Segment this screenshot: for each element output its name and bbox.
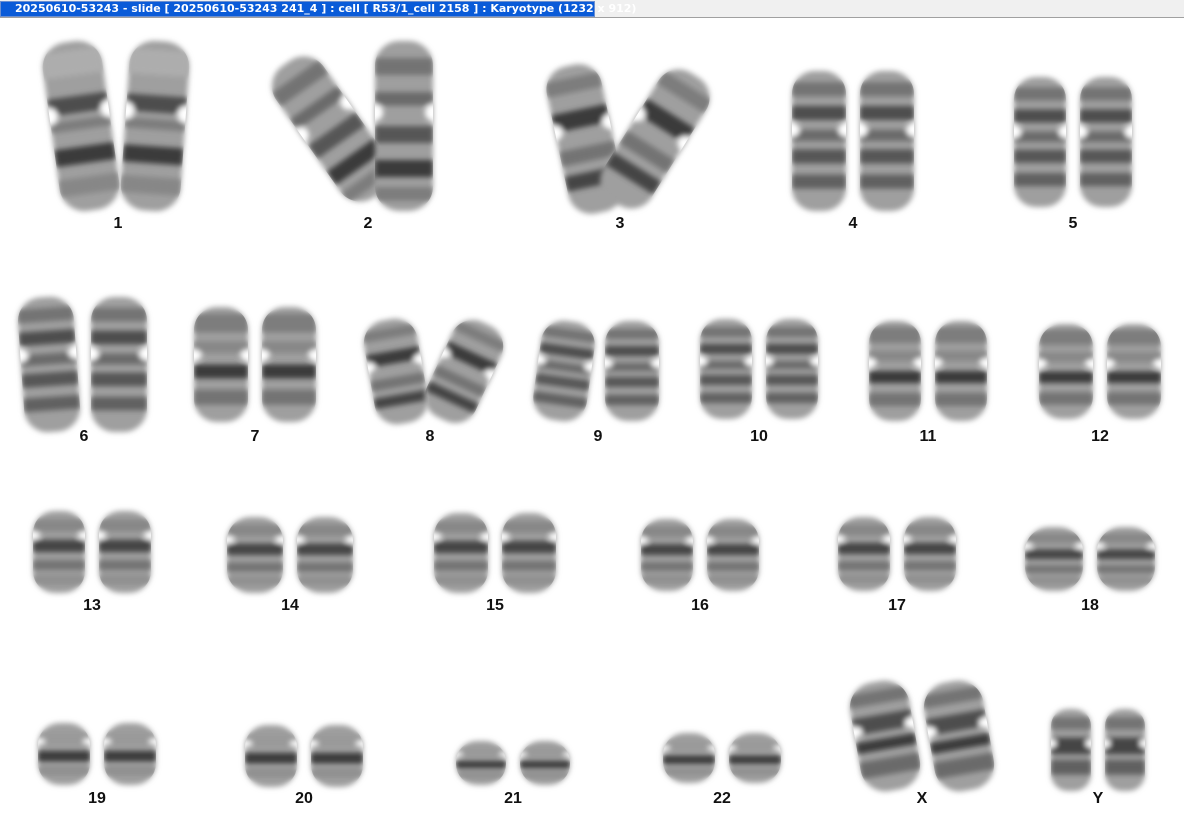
chromosome-22-b[interactable] xyxy=(722,733,789,783)
window-titlebar: 20250610-53243 - slide [ 20250610-53243 … xyxy=(0,0,1184,18)
chromosome-pair-graphic-20 xyxy=(238,725,371,787)
chromosome-label-Y: Y xyxy=(1092,790,1104,807)
chromosome-pair-graphic-19 xyxy=(31,723,164,785)
chromosome-X-a[interactable] xyxy=(838,675,933,797)
window-title-tab[interactable]: 20250610-53243 - slide [ 20250610-53243 … xyxy=(0,1,636,17)
chromosome-22-a[interactable] xyxy=(656,733,723,783)
chromosome-19-a[interactable] xyxy=(31,723,98,785)
chromosome-pair-graphic-21 xyxy=(449,741,577,785)
chromosome-19-b[interactable] xyxy=(97,723,164,785)
chromosome-pair-graphic-Y xyxy=(1045,709,1150,791)
chromosome-21-b[interactable] xyxy=(513,741,577,785)
chromosome-21-a[interactable] xyxy=(449,741,513,785)
chromosome-pair-graphic-X xyxy=(845,680,996,792)
chromosome-X-b[interactable] xyxy=(912,675,1007,797)
chromosome-label-22: 22 xyxy=(713,790,731,807)
karyotype-panel: 1 2 3 4 5 6 7 8 9 10 11 12 13 14 15 16 17 18 19 20 21 22 X Y xyxy=(0,19,1184,823)
chromosome-label-X: X xyxy=(916,790,928,807)
chromosome-Y-b[interactable] xyxy=(1099,709,1150,791)
chromosome-20-b[interactable] xyxy=(304,725,371,787)
chromosome-label-20: 20 xyxy=(295,790,313,807)
chromosome-20-a[interactable] xyxy=(238,725,305,787)
chromosome-label-21: 21 xyxy=(504,790,522,807)
chromosome-pair-graphic-22 xyxy=(656,733,789,783)
chromosome-Y-a[interactable] xyxy=(1045,709,1096,791)
chromosome-label-19: 19 xyxy=(88,790,106,807)
